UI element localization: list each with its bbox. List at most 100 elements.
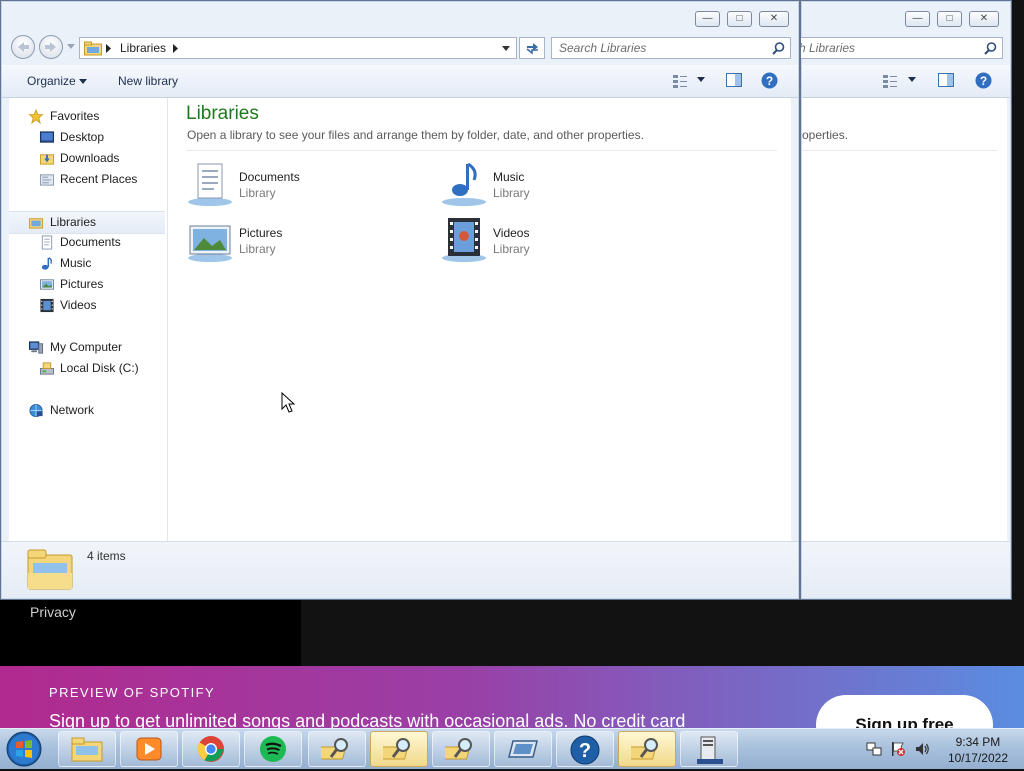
- breadcrumb-libraries[interactable]: Libraries: [120, 41, 166, 55]
- library-name: Documents: [239, 170, 300, 184]
- organize-button[interactable]: Organize: [27, 74, 88, 88]
- search-folder-icon: [445, 738, 472, 760]
- page-title: Libraries: [186, 103, 259, 124]
- star-icon: [28, 109, 44, 124]
- taskbar-task-manager[interactable]: [680, 731, 738, 767]
- taskbar-explorer[interactable]: [58, 731, 116, 767]
- breadcrumb-arrow-icon[interactable]: [106, 44, 112, 53]
- removable-drive-icon: [508, 740, 538, 758]
- music-library-icon: [442, 162, 486, 206]
- search-input[interactable]: Search Libraries: [551, 37, 791, 59]
- preview-pane-icon[interactable]: [938, 73, 954, 87]
- nav-favorites[interactable]: Favorites: [9, 106, 167, 127]
- library-kind: Library: [493, 242, 530, 256]
- breadcrumb-arrow-icon[interactable]: [173, 44, 179, 53]
- library-name: Videos: [493, 226, 530, 240]
- videos-icon: [40, 298, 54, 313]
- taskbar-chrome[interactable]: [182, 731, 240, 767]
- library-documents[interactable]: Documents Library: [186, 160, 426, 208]
- explorer-window[interactable]: — □ ✕ Libraries Search Libraries Organiz…: [0, 0, 800, 600]
- nav-label: Downloads: [60, 151, 120, 165]
- nav-label: Local Disk (C:): [60, 361, 139, 375]
- maximize-button[interactable]: □: [727, 11, 752, 27]
- nav-item-videos[interactable]: Videos: [9, 295, 167, 316]
- libraries-folder-icon: [84, 41, 102, 56]
- nav-item-documents[interactable]: Documents: [9, 232, 167, 253]
- nav-item-pictures[interactable]: Pictures: [9, 274, 167, 295]
- views-icon[interactable]: [672, 74, 688, 88]
- views-icon[interactable]: [882, 74, 898, 88]
- search-folder-icon: [631, 738, 658, 760]
- svg-text:?: ?: [766, 74, 773, 88]
- spotify-icon: [260, 736, 286, 762]
- views-dropdown-icon[interactable]: [697, 77, 705, 83]
- nav-item-music[interactable]: Music: [9, 253, 167, 274]
- taskbar-search-folder-3[interactable]: [432, 731, 490, 767]
- explorer-window-back[interactable]: — □ ✕ h Libraries ? operties.: [800, 0, 1012, 600]
- help-and-support-icon: ?: [570, 735, 600, 765]
- address-bar[interactable]: Libraries: [79, 37, 517, 59]
- nav-item-downloads[interactable]: Downloads: [9, 148, 167, 169]
- nav-my-computer[interactable]: My Computer: [9, 337, 167, 358]
- maximize-button[interactable]: □: [937, 11, 962, 27]
- library-videos[interactable]: Videos Library: [440, 216, 680, 264]
- preview-pane-icon[interactable]: [726, 73, 742, 87]
- documents-library-icon: [188, 163, 232, 206]
- taskbar-media-player[interactable]: [120, 731, 178, 767]
- taskbar-search-folder-1[interactable]: [308, 731, 366, 767]
- search-input[interactable]: h Libraries: [801, 37, 1003, 59]
- music-note-icon: [41, 257, 53, 270]
- new-library-button[interactable]: New library: [118, 74, 178, 88]
- chevron-down-icon: [79, 79, 88, 84]
- taskbar-removable-drive[interactable]: [494, 731, 552, 767]
- forward-button[interactable]: [39, 35, 63, 59]
- address-dropdown-icon[interactable]: [502, 46, 510, 52]
- libraries-status-icon: [27, 549, 73, 590]
- media-player-icon: [136, 737, 162, 761]
- mouse-cursor-icon: [281, 392, 295, 413]
- spotify-preview-banner: PREVIEW OF SPOTIFY Sign up to get unlimi…: [0, 666, 1024, 728]
- library-music[interactable]: Music Library: [440, 160, 680, 208]
- close-button[interactable]: ✕: [969, 11, 999, 27]
- nav-label: Network: [50, 403, 95, 417]
- help-icon[interactable]: ?: [975, 72, 992, 89]
- maximize-icon: □: [736, 13, 743, 24]
- privacy-link[interactable]: Privacy: [30, 604, 76, 620]
- nav-item-desktop[interactable]: Desktop: [9, 127, 167, 148]
- page-description: Open a library to see your files and arr…: [187, 128, 644, 142]
- network-icon: [29, 403, 43, 418]
- separator: [802, 150, 997, 151]
- help-icon[interactable]: ?: [761, 72, 778, 89]
- minimize-button[interactable]: —: [695, 11, 720, 27]
- chrome-icon: [197, 736, 224, 762]
- taskbar-search-folder-4[interactable]: [618, 731, 676, 767]
- close-button[interactable]: ✕: [759, 11, 789, 27]
- chevron-down-icon[interactable]: [908, 77, 916, 83]
- tray-clock[interactable]: 9:34 PM 10/17/2022: [948, 734, 1008, 766]
- organize-label: Organize: [27, 74, 76, 88]
- signup-text: Sign up to get unlimited songs and podca…: [49, 711, 686, 728]
- nav-label: Documents: [60, 235, 121, 249]
- back-arrow-icon: [18, 42, 29, 52]
- nav-item-recent-places[interactable]: Recent Places: [9, 169, 167, 190]
- taskbar-help[interactable]: ?: [556, 731, 614, 767]
- nav-libraries[interactable]: Libraries: [9, 211, 165, 234]
- nav-network[interactable]: Network: [9, 400, 167, 421]
- refresh-button[interactable]: [519, 37, 545, 59]
- separator: [186, 150, 777, 151]
- preview-label: PREVIEW OF SPOTIFY: [49, 685, 216, 700]
- taskbar-search-folder-2[interactable]: [370, 731, 428, 767]
- minimize-button[interactable]: —: [905, 11, 930, 27]
- clock-time: 9:34 PM: [955, 735, 1001, 749]
- network-tray-icon[interactable]: [866, 741, 882, 757]
- signup-button[interactable]: Sign up free: [816, 695, 993, 728]
- action-center-flag-icon[interactable]: [890, 741, 906, 757]
- volume-icon[interactable]: [914, 741, 930, 757]
- taskbar-spotify[interactable]: [244, 731, 302, 767]
- nav-item-local-disk[interactable]: Local Disk (C:): [9, 358, 167, 379]
- back-button[interactable]: [11, 35, 35, 59]
- search-placeholder: Search Libraries: [559, 41, 647, 55]
- library-pictures[interactable]: Pictures Library: [186, 216, 426, 264]
- recent-pages-chevron-icon[interactable]: [67, 44, 75, 50]
- start-button[interactable]: [4, 730, 44, 768]
